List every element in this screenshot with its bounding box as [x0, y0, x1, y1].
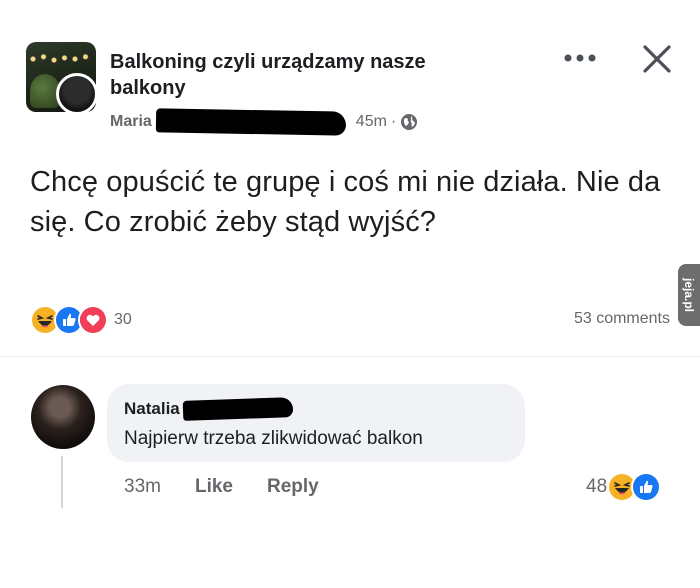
- redaction-mark: [182, 397, 294, 421]
- post-text: Chcę opuścić te grupę i coś mi nie dział…: [30, 166, 661, 238]
- reaction-count[interactable]: 30: [114, 311, 132, 329]
- post-reactions[interactable]: 30: [30, 305, 132, 335]
- thread-line: [61, 456, 63, 508]
- like-icon: [631, 472, 662, 502]
- love-icon: [78, 305, 108, 335]
- comment-reaction-count: 48: [586, 476, 608, 497]
- watermark-text: jeja.pl: [682, 277, 696, 313]
- comment-reactions[interactable]: 48: [586, 472, 662, 502]
- watermark: jeja.pl: [678, 264, 700, 326]
- commenter-avatar[interactable]: [31, 385, 95, 449]
- divider: [0, 356, 700, 357]
- post-timestamp[interactable]: 45m: [356, 113, 387, 131]
- like-button[interactable]: Like: [195, 476, 233, 498]
- redaction-mark: [155, 108, 346, 136]
- group-name[interactable]: Balkoning czyli urządzamy nasze balkony: [110, 49, 490, 101]
- meta-separator: ·: [390, 113, 397, 130]
- more-options-icon[interactable]: [562, 50, 598, 66]
- comment-actions: 33m Like Reply: [124, 476, 353, 498]
- close-icon[interactable]: [640, 42, 674, 76]
- avatar-string-lights: [26, 48, 96, 70]
- comment-timestamp[interactable]: 33m: [124, 476, 161, 498]
- commenter-name[interactable]: Natalia: [124, 399, 180, 419]
- post-meta: Maria 45m ·: [110, 108, 418, 136]
- comment-text: Najpierw trzeba zlikwidować balkon: [124, 428, 423, 449]
- author-avatar[interactable]: [56, 73, 98, 115]
- reply-button[interactable]: Reply: [267, 476, 319, 498]
- comments-count[interactable]: 53 comments: [574, 310, 670, 328]
- comment-bubble: [107, 384, 525, 462]
- post-author[interactable]: Maria: [110, 113, 152, 131]
- commenter: Natalia: [124, 397, 294, 421]
- globe-icon: [400, 113, 418, 131]
